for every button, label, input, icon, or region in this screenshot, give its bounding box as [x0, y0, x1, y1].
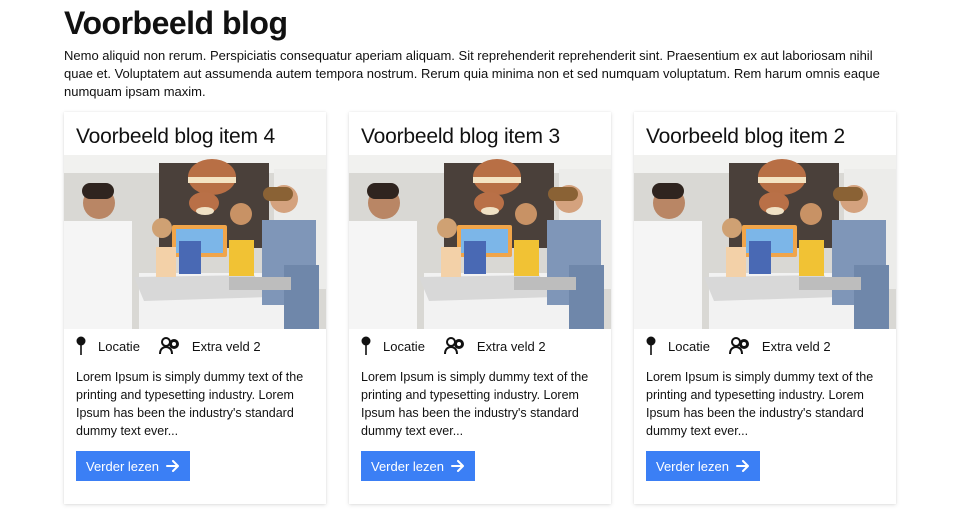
blog-card-title[interactable]: Voorbeeld blog item 4	[76, 124, 275, 150]
extra-field-label: Extra veld 2	[476, 338, 546, 354]
blog-card-image[interactable]	[64, 155, 326, 329]
location-label: Locatie	[383, 338, 425, 354]
read-more-button[interactable]: Verder lezen	[646, 451, 760, 481]
map-pin-icon	[361, 336, 371, 355]
read-more-label: Verder lezen	[656, 458, 729, 474]
location-label: Locatie	[668, 338, 710, 354]
read-more-label: Verder lezen	[86, 458, 159, 474]
arrow-right-icon	[166, 460, 179, 472]
read-more-label: Verder lezen	[371, 458, 444, 474]
blog-card-title[interactable]: Voorbeeld blog item 2	[646, 124, 845, 150]
user-badge-icon	[443, 337, 464, 355]
blog-card-excerpt: Lorem Ipsum is simply dummy text of the …	[76, 370, 304, 438]
page-intro: Nemo aliquid non rerum. Perspiciatis con…	[64, 48, 880, 99]
extra-field-label: Extra veld 2	[761, 338, 831, 354]
blog-card-excerpt: Lorem Ipsum is simply dummy text of the …	[646, 370, 874, 438]
blog-card-title[interactable]: Voorbeeld blog item 3	[361, 124, 560, 150]
map-pin-icon	[646, 336, 656, 355]
blog-card: Voorbeeld blog item 4 Locatie Extra veld…	[64, 112, 326, 504]
location-label: Locatie	[98, 338, 140, 354]
blog-card-meta: Locatie Extra veld 2	[361, 333, 546, 359]
arrow-right-icon	[451, 460, 464, 472]
extra-field-label: Extra veld 2	[191, 338, 261, 354]
page-title: Voorbeeld blog	[64, 5, 288, 41]
blog-card-excerpt: Lorem Ipsum is simply dummy text of the …	[361, 370, 589, 438]
blog-card-image[interactable]	[634, 155, 896, 329]
blog-card-meta: Locatie Extra veld 2	[76, 333, 261, 359]
blog-card-meta: Locatie Extra veld 2	[646, 333, 831, 359]
blog-page: Voorbeeld blog Nemo aliquid non rerum. P…	[0, 0, 960, 521]
map-pin-icon	[76, 336, 86, 355]
user-badge-icon	[158, 337, 179, 355]
read-more-button[interactable]: Verder lezen	[361, 451, 475, 481]
read-more-button[interactable]: Verder lezen	[76, 451, 190, 481]
blog-card-image[interactable]	[349, 155, 611, 329]
blog-card: Voorbeeld blog item 3 Locatie Extra veld…	[349, 112, 611, 504]
blog-card: Voorbeeld blog item 2 Locatie Extra veld…	[634, 112, 896, 504]
user-badge-icon	[728, 337, 749, 355]
arrow-right-icon	[736, 460, 749, 472]
